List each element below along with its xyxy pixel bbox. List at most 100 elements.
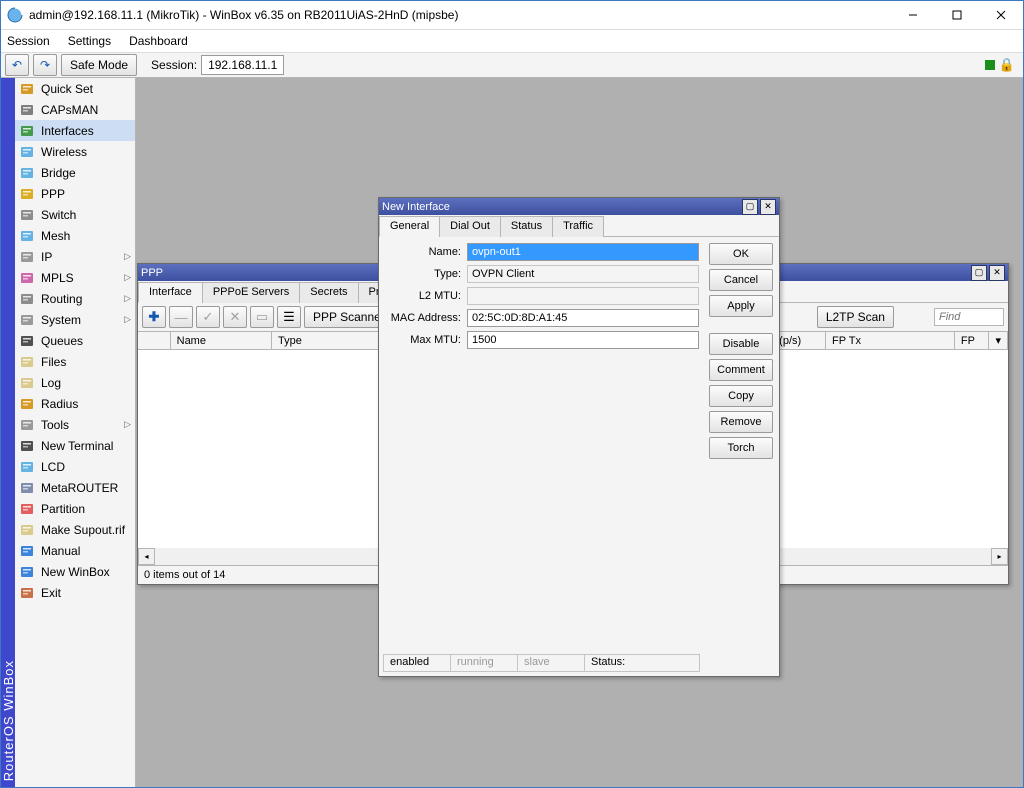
- sidebar-item-switch[interactable]: Switch: [15, 204, 135, 225]
- wand-icon: [19, 81, 35, 97]
- sidebar-item-files[interactable]: Files: [15, 351, 135, 372]
- comment-button[interactable]: Comment: [709, 359, 773, 381]
- apply-button[interactable]: Apply: [709, 295, 773, 317]
- app-icon: [7, 7, 23, 23]
- antenna-icon: [19, 102, 35, 118]
- col-blank[interactable]: [138, 332, 171, 349]
- sidebar-item-capsman[interactable]: CAPsMAN: [15, 99, 135, 120]
- routing-icon: [19, 291, 35, 307]
- input-name[interactable]: [467, 243, 699, 261]
- remove-button[interactable]: —: [169, 306, 193, 328]
- sidebar-item-system[interactable]: System▷: [15, 309, 135, 330]
- add-button[interactable]: ✚: [142, 306, 166, 328]
- input-maxmtu[interactable]: [467, 331, 699, 349]
- input-l2mtu: [467, 287, 699, 305]
- remove-button[interactable]: Remove: [709, 411, 773, 433]
- sidebar-item-label: PPP: [41, 187, 65, 201]
- sidebar-item-make-supout-rif[interactable]: Make Supout.rif: [15, 519, 135, 540]
- newint-tab-traffic[interactable]: Traffic: [552, 216, 604, 237]
- sidebar-item-mesh[interactable]: Mesh: [15, 225, 135, 246]
- status-running: running: [450, 654, 518, 672]
- sidebar-item-mpls[interactable]: MPLS▷: [15, 267, 135, 288]
- ppp-max-button[interactable]: ▢: [971, 265, 987, 281]
- sidebar-item-new-terminal[interactable]: New Terminal: [15, 435, 135, 456]
- torch-button[interactable]: Torch: [709, 437, 773, 459]
- window-title: admin@192.168.11.1 (MikroTik) - WinBox v…: [29, 8, 891, 22]
- sidebar-item-tools[interactable]: Tools▷: [15, 414, 135, 435]
- newint-tab-status[interactable]: Status: [500, 216, 553, 237]
- copy-button[interactable]: Copy: [709, 385, 773, 407]
- col-name[interactable]: Name: [171, 332, 272, 349]
- newint-statusbar: enabled running slave Status:: [383, 654, 699, 672]
- newint-tabs: GeneralDial OutStatusTraffic: [379, 215, 779, 237]
- input-mac[interactable]: [467, 309, 699, 327]
- ok-button[interactable]: OK: [709, 243, 773, 265]
- newint-close-button[interactable]: ✕: [760, 199, 776, 215]
- sidebar-item-label: Log: [41, 376, 61, 390]
- sidebar-item-interfaces[interactable]: Interfaces: [15, 120, 135, 141]
- sidebar-item-ppp[interactable]: PPP: [15, 183, 135, 204]
- sidebar-item-queues[interactable]: Queues: [15, 330, 135, 351]
- cancel-button[interactable]: Cancel: [709, 269, 773, 291]
- safe-mode-button[interactable]: Safe Mode: [61, 54, 137, 76]
- sidebar-item-label: Bridge: [41, 166, 76, 180]
- enable-button[interactable]: ✓: [196, 306, 220, 328]
- window-close-button[interactable]: [979, 1, 1023, 29]
- redo-button[interactable]: ↷: [33, 54, 57, 76]
- disable-button[interactable]: ✕: [223, 306, 247, 328]
- sidebar-item-metarouter[interactable]: MetaROUTER: [15, 477, 135, 498]
- menu-settings[interactable]: Settings: [68, 34, 111, 48]
- sidebar-item-wireless[interactable]: Wireless: [15, 141, 135, 162]
- new-interface-window: New Interface ▢ ✕ GeneralDial OutStatusT…: [378, 197, 780, 677]
- menubar: Session Settings Dashboard: [1, 30, 1023, 53]
- newint-title: New Interface: [382, 201, 740, 213]
- l2tp-scan-button[interactable]: L2TP Scan: [817, 306, 894, 328]
- bridge-icon: [19, 165, 35, 181]
- ppp-tab-interface[interactable]: Interface: [138, 282, 203, 303]
- log-icon: [19, 375, 35, 391]
- files-icon: [19, 354, 35, 370]
- sidebar-item-label: Interfaces: [41, 124, 94, 138]
- sidebar-item-log[interactable]: Log: [15, 372, 135, 393]
- col-dd[interactable]: ▾: [989, 332, 1008, 349]
- sidebar-item-bridge[interactable]: Bridge: [15, 162, 135, 183]
- newint-tab-general[interactable]: General: [379, 216, 440, 237]
- newint-max-button[interactable]: ▢: [742, 199, 758, 215]
- exit-icon: [19, 585, 35, 601]
- comment-button[interactable]: ▭: [250, 306, 274, 328]
- ppp-tab-secrets[interactable]: Secrets: [299, 282, 358, 303]
- undo-button[interactable]: ↶: [5, 54, 29, 76]
- disable-button[interactable]: Disable: [709, 333, 773, 355]
- scroll-right-button[interactable]: ▸: [991, 548, 1008, 565]
- lcd-icon: [19, 459, 35, 475]
- newint-tab-dial-out[interactable]: Dial Out: [439, 216, 501, 237]
- sidebar-item-label: New WinBox: [41, 565, 110, 579]
- col-fptx[interactable]: FP Tx: [826, 332, 955, 349]
- scroll-left-button[interactable]: ◂: [138, 548, 155, 565]
- sidebar-item-routing[interactable]: Routing▷: [15, 288, 135, 309]
- col-fp[interactable]: FP: [955, 332, 990, 349]
- session-value[interactable]: 192.168.11.1: [201, 55, 284, 75]
- newint-titlebar[interactable]: New Interface ▢ ✕: [379, 198, 779, 215]
- sidebar-item-lcd[interactable]: LCD: [15, 456, 135, 477]
- sidebar-item-partition[interactable]: Partition: [15, 498, 135, 519]
- ip-icon: [19, 249, 35, 265]
- titlebar: admin@192.168.11.1 (MikroTik) - WinBox v…: [1, 1, 1023, 30]
- sidebar-item-radius[interactable]: Radius: [15, 393, 135, 414]
- sidebar-item-quick-set[interactable]: Quick Set: [15, 78, 135, 99]
- filter-button[interactable]: ☰: [277, 306, 301, 328]
- sidebar-item-manual[interactable]: Manual: [15, 540, 135, 561]
- window-maximize-button[interactable]: [935, 1, 979, 29]
- window-minimize-button[interactable]: [891, 1, 935, 29]
- menu-session[interactable]: Session: [7, 34, 50, 48]
- find-input[interactable]: [934, 308, 1004, 326]
- sidebar-item-ip[interactable]: IP▷: [15, 246, 135, 267]
- sidebar-item-label: New Terminal: [41, 439, 113, 453]
- sidebar-item-exit[interactable]: Exit: [15, 582, 135, 603]
- partition-icon: [19, 501, 35, 517]
- status-indicator-green: [985, 60, 995, 70]
- ppp-close-button[interactable]: ✕: [989, 265, 1005, 281]
- ppp-tab-pppoe-servers[interactable]: PPPoE Servers: [202, 282, 300, 303]
- menu-dashboard[interactable]: Dashboard: [129, 34, 188, 48]
- sidebar-item-new-winbox[interactable]: New WinBox: [15, 561, 135, 582]
